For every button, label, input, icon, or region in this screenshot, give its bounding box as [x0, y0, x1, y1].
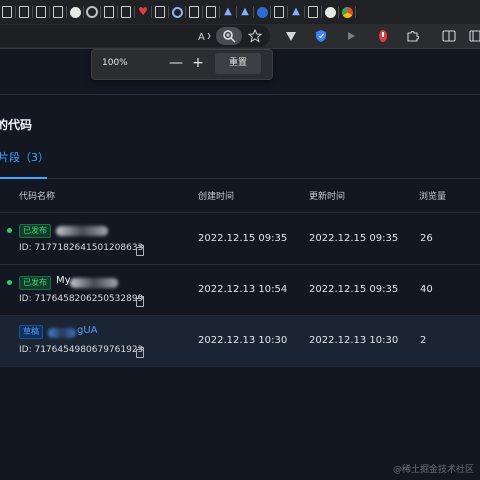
split-screen-icon[interactable]	[440, 27, 458, 45]
shield-icon[interactable]	[312, 27, 330, 45]
status-dot	[7, 280, 12, 285]
redacted-title	[56, 226, 108, 236]
page-icon	[19, 6, 29, 18]
search-icon	[171, 6, 183, 18]
snippet-title[interactable]: gUA	[77, 325, 98, 336]
page-icon	[308, 6, 318, 18]
zoom-popup: 100% — + 重置	[91, 49, 273, 80]
updated-time: 2022.12.13 10:30	[309, 335, 399, 346]
copy-icon[interactable]	[136, 245, 144, 256]
column-header-created[interactable]: 创建时间	[198, 189, 234, 202]
browser-tab[interactable]	[68, 0, 84, 24]
watermark: @稀土掘金技术社区	[392, 465, 474, 475]
browser-tab[interactable]	[34, 0, 50, 24]
status-badge: 已发布	[19, 224, 51, 238]
page-icon	[274, 6, 284, 18]
zoom-in-button[interactable]: +	[189, 53, 207, 73]
column-header-updated[interactable]: 更新时间	[309, 189, 345, 202]
favorite-icon[interactable]	[246, 27, 264, 45]
created-time: 2022.12.13 10:30	[198, 335, 288, 346]
browser-tab[interactable]	[51, 0, 67, 24]
browser-tab[interactable]	[306, 0, 322, 24]
bird-icon: ▲	[224, 6, 232, 17]
page-icon	[2, 6, 12, 18]
view-count: 26	[420, 233, 433, 244]
page-icon	[53, 6, 63, 18]
table-row[interactable]: 已发布 My ID: 7176458206250532899 2022.12.1…	[0, 265, 480, 316]
extension-red-icon[interactable]	[374, 27, 392, 45]
browser-tab[interactable]: ▲	[289, 0, 305, 24]
column-header-name: 代码名称	[19, 192, 56, 202]
browser-toolbar: A	[0, 24, 480, 49]
zoom-reset-button[interactable]: 重置	[215, 53, 261, 74]
browser-tab[interactable]	[102, 0, 118, 24]
bird-icon: ▲	[292, 6, 300, 17]
snippet-title[interactable]: My	[56, 275, 71, 286]
browser-tab[interactable]: ♥	[136, 0, 152, 24]
browser-tab[interactable]	[204, 0, 220, 24]
zoom-icon[interactable]	[216, 27, 242, 45]
column-header-views[interactable]: 浏览量	[419, 189, 446, 202]
table-row[interactable]: 草稿 gUA ID: 7176454980679761923 2022.12.1…	[0, 316, 480, 367]
globe-icon	[256, 6, 268, 18]
browser-tab-strip: ♥ ▲ ▲ ▲	[0, 0, 480, 24]
page-icon	[206, 6, 216, 18]
tab-divider	[0, 178, 480, 179]
header-divider	[0, 94, 480, 95]
view-count: 40	[420, 284, 433, 295]
tab-snippets[interactable]: 片段（3）	[0, 149, 49, 165]
browser-tab[interactable]	[340, 0, 356, 24]
table-row[interactable]: 已发布 ID: 7177182641501208633 2022.12.15 0…	[0, 213, 480, 264]
favorites-bar-icon[interactable]	[466, 27, 480, 45]
view-count: 2	[420, 335, 427, 346]
browser-tab[interactable]: ▲	[221, 0, 237, 24]
zoom-out-button[interactable]: —	[167, 53, 185, 73]
redacted-title	[70, 278, 118, 288]
browser-tab[interactable]	[170, 0, 186, 24]
bird-icon: ▲	[241, 6, 249, 17]
updated-time: 2022.12.15 09:35	[309, 284, 399, 295]
browser-tab[interactable]	[255, 0, 271, 24]
status-badge: 草稿	[19, 325, 43, 339]
active-tab-indicator	[0, 177, 47, 179]
browser-tab[interactable]: ▲	[238, 0, 254, 24]
created-time: 2022.12.13 10:54	[198, 284, 288, 295]
page-title: 的代码	[0, 118, 33, 132]
page-icon	[104, 6, 114, 18]
browser-tab[interactable]	[0, 0, 16, 24]
updated-time: 2022.12.15 09:35	[309, 233, 399, 244]
browser-tab[interactable]	[85, 0, 101, 24]
svg-text:A: A	[198, 32, 205, 42]
github-icon	[324, 6, 336, 18]
play-icon[interactable]	[342, 27, 360, 45]
snippet-id: ID: 7176454980679761923	[19, 345, 144, 355]
page-icon	[121, 6, 131, 18]
chrome-icon	[341, 6, 353, 18]
browser-tab[interactable]	[323, 0, 339, 24]
row-divider	[0, 366, 480, 367]
browser-tab[interactable]	[272, 0, 288, 24]
page-icon	[189, 6, 199, 18]
brave-icon[interactable]	[282, 27, 300, 45]
redacted-title	[48, 328, 76, 338]
read-aloud-icon[interactable]: A	[196, 27, 214, 45]
created-time: 2022.12.15 09:35	[198, 233, 288, 244]
browser-tab[interactable]	[119, 0, 135, 24]
zoom-level: 100%	[102, 58, 128, 68]
page-icon	[36, 6, 46, 18]
puzzle-icon[interactable]	[404, 27, 422, 45]
status-badge: 已发布	[19, 276, 51, 290]
copy-icon[interactable]	[136, 296, 144, 307]
github-icon	[69, 6, 81, 18]
browser-tab[interactable]	[153, 0, 169, 24]
browser-tab[interactable]	[187, 0, 203, 24]
copy-icon[interactable]	[136, 347, 144, 358]
heart-icon: ♥	[138, 5, 148, 18]
gear-icon	[86, 6, 98, 18]
snippet-id: ID: 7176458206250532899	[19, 294, 144, 304]
page-icon	[155, 6, 165, 18]
snippet-id: ID: 7177182641501208633	[19, 243, 144, 253]
browser-tab[interactable]	[17, 0, 33, 24]
status-dot	[7, 228, 12, 233]
